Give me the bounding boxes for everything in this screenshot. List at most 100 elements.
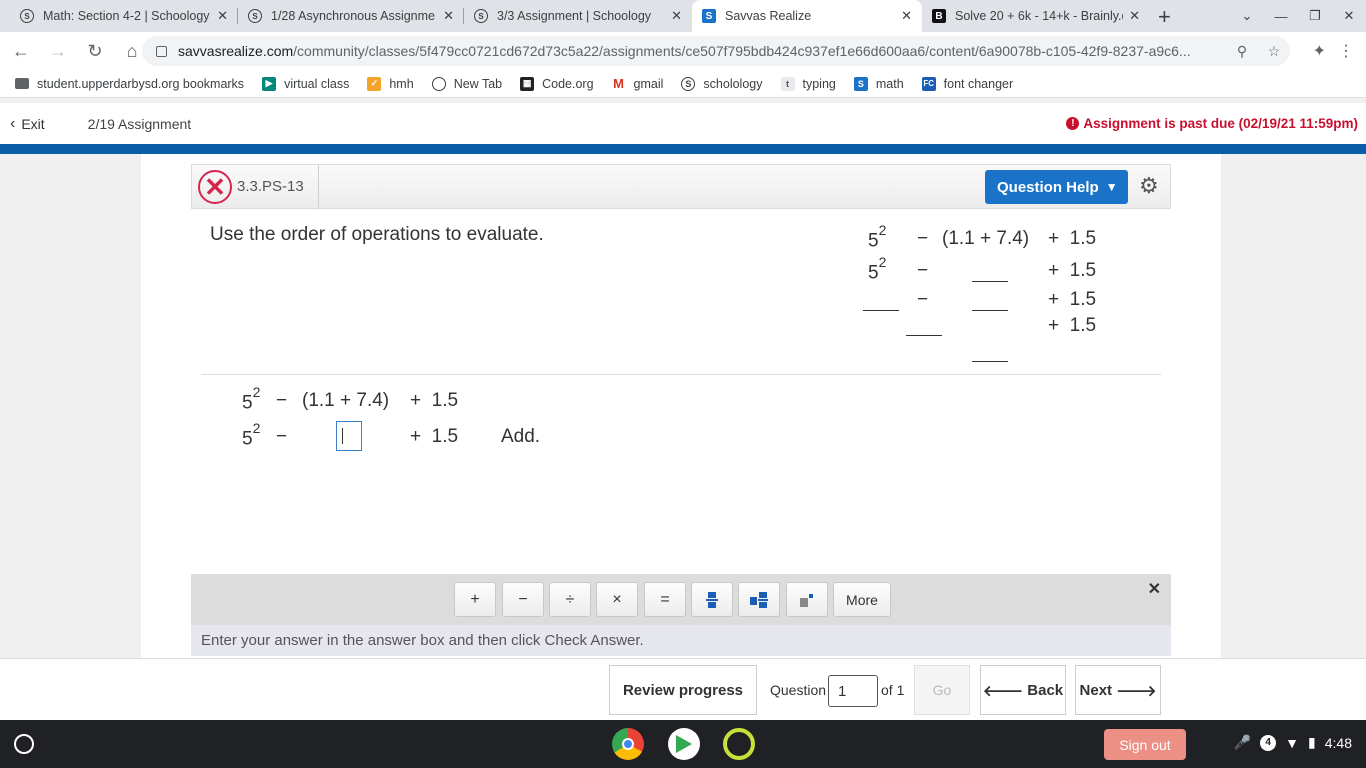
question-count: of 1 (881, 682, 905, 698)
bookmark-label: font changer (943, 76, 1014, 91)
savvas-icon: S (702, 9, 716, 23)
mixed-number-icon (750, 591, 768, 608)
close-icon[interactable]: ✕ (217, 8, 228, 24)
minimize-icon[interactable]: — (1264, 9, 1298, 24)
play-store-icon[interactable] (668, 728, 700, 760)
next-button[interactable]: Next 🡒 (1075, 665, 1161, 715)
chrome-icon[interactable] (612, 728, 644, 760)
tab-title: Solve 20 + 6k - 14+k - Brainly.c (955, 9, 1124, 23)
new-tab-button[interactable]: + (1158, 4, 1171, 30)
bookmark-label: math (875, 76, 904, 91)
back-arrow-icon[interactable]: ← (5, 41, 37, 62)
launcher-icon[interactable] (14, 734, 34, 754)
folder-icon (15, 78, 29, 89)
gear-icon[interactable]: ⚙ (1139, 173, 1159, 199)
bookmark-star-icon[interactable]: ☆ (1258, 43, 1290, 60)
bookmark-label: virtual class (284, 76, 350, 91)
close-window-icon[interactable]: ✕ (1332, 8, 1366, 24)
kebab-menu-icon[interactable]: ⋮ (1338, 41, 1354, 61)
exponent-button[interactable] (786, 582, 828, 617)
alert-icon: ! (1066, 117, 1080, 130)
tab-asynchronous-assignment[interactable]: S 1/28 Asynchronous Assignme ✕ (238, 0, 464, 32)
question-help-button[interactable]: Question Help ▼ (985, 170, 1128, 204)
bookmarks-bar: student.upperdarbysd.org bookmarks ▶ vir… (0, 70, 1366, 98)
address-bar[interactable]: savvasrealize.com/community/classes/5f47… (142, 36, 1290, 66)
close-icon[interactable]: ✕ (671, 8, 682, 24)
bookmark-font-changer[interactable]: FC font changer (921, 76, 1014, 91)
example-paren: (1.1 + 7.4) (942, 228, 1030, 249)
bookmark-label: student.upperdarbysd.org bookmarks (37, 76, 245, 91)
example-minus: − (917, 289, 929, 310)
fraction-button[interactable] (691, 582, 733, 617)
mixed-number-button[interactable] (738, 582, 780, 617)
bookmark-typing[interactable]: t typing (780, 76, 836, 91)
tab-brainly[interactable]: B Solve 20 + 6k - 14+k - Brainly.c ✕ (922, 0, 1150, 32)
example-plus-addend: + 1.5 (1048, 260, 1097, 281)
review-progress-button[interactable]: Review progress (609, 665, 757, 715)
savvas-icon: S (853, 76, 868, 91)
question-id: 3.3.PS-13 (237, 178, 304, 195)
sign-out-button[interactable]: Sign out (1104, 729, 1186, 760)
extensions-icon[interactable]: ✦ (1313, 41, 1326, 61)
more-button[interactable]: More (833, 582, 891, 617)
divider (318, 165, 319, 209)
bookmark-label: typing (802, 76, 836, 91)
url-text: savvasrealize.com/community/classes/5f47… (178, 43, 1191, 59)
tab-math-section[interactable]: S Math: Section 4-2 | Schoology ✕ (10, 0, 238, 32)
exit-button[interactable]: ‹ Exit (10, 115, 45, 133)
example-blank (972, 281, 1008, 282)
bookmark-scholology[interactable]: S scholology (681, 76, 763, 91)
bookmark-gmail[interactable]: M gmail (612, 76, 663, 91)
example-blank (863, 310, 899, 311)
reload-icon[interactable]: ↻ (79, 41, 111, 62)
bookmark-student-upperdarby[interactable]: student.upperdarbysd.org bookmarks (15, 77, 244, 91)
close-icon[interactable]: ✕ (901, 8, 912, 24)
notification-badge: 4 (1260, 734, 1277, 751)
question-number-input[interactable]: 1 (828, 675, 878, 707)
close-icon[interactable]: ✕ (1148, 579, 1161, 599)
bookmark-new-tab[interactable]: New Tab (431, 76, 502, 91)
play-triangle-icon (676, 735, 692, 753)
browser-toolbar: ← → ↻ ⌂ savvasrealize.com/community/clas… (0, 32, 1366, 70)
restore-icon[interactable]: ❐ (1298, 8, 1332, 24)
example-blank (972, 361, 1008, 362)
forward-arrow-icon[interactable]: → (42, 41, 74, 62)
tab-assignment-schoology[interactable]: S 3/3 Assignment | Schoology ✕ (464, 0, 692, 32)
status-tray[interactable]: 🎤 4 ▼ ▮ 4:48 (1225, 734, 1352, 751)
work-minus: − (276, 426, 288, 447)
close-icon[interactable]: ✕ (1129, 8, 1140, 24)
header-band (0, 144, 1366, 154)
tab-search-icon[interactable]: ⌄ (1230, 8, 1264, 24)
timer-app-icon[interactable] (723, 728, 755, 760)
go-button[interactable]: Go (914, 665, 970, 715)
bookmark-label: scholology (703, 76, 763, 91)
example-minus: − (917, 260, 929, 281)
bookmark-codeorg[interactable]: ▦ Code.org (520, 76, 594, 91)
multiply-button[interactable]: × (596, 582, 638, 617)
plus-button[interactable]: + (454, 582, 496, 617)
close-icon[interactable]: ✕ (443, 8, 454, 24)
answer-input[interactable] (336, 421, 362, 451)
question-toolbar: ✕ 3.3.PS-13 Question Help ▼ ⚙ (191, 164, 1171, 209)
equals-button[interactable]: = (644, 582, 686, 617)
battery-icon: ▮ (1308, 734, 1316, 750)
math-palette: + − ÷ × = More ✕ (191, 574, 1171, 625)
back-button[interactable]: 🡐 Back (980, 665, 1066, 715)
example-blank (906, 335, 942, 336)
past-due-text: Assignment is past due (02/19/21 11:59pm… (1083, 116, 1358, 131)
divide-button[interactable]: ÷ (549, 582, 591, 617)
bookmark-math[interactable]: S math (853, 76, 904, 91)
clock: 4:48 (1324, 734, 1352, 751)
incorrect-x-icon: ✕ (198, 170, 232, 204)
location-icon[interactable]: ⚲ (1226, 43, 1258, 60)
font-changer-icon: FC (921, 76, 936, 91)
fraction-icon (706, 591, 718, 608)
question-navigation: Review progress Question 1 of 1 Go 🡐 Bac… (0, 658, 1366, 720)
tab-savvas-realize[interactable]: S Savvas Realize ✕ (692, 0, 922, 32)
microphone-icon: 🎤 (1233, 734, 1252, 750)
example-plus-addend: + 1.5 (1048, 289, 1097, 310)
bookmark-virtual-class[interactable]: ▶ virtual class (262, 76, 350, 91)
os-shelf: Sign out 🎤 4 ▼ ▮ 4:48 (0, 720, 1366, 768)
minus-button[interactable]: − (502, 582, 544, 617)
bookmark-hmh[interactable]: ✓ hmh (367, 76, 414, 91)
